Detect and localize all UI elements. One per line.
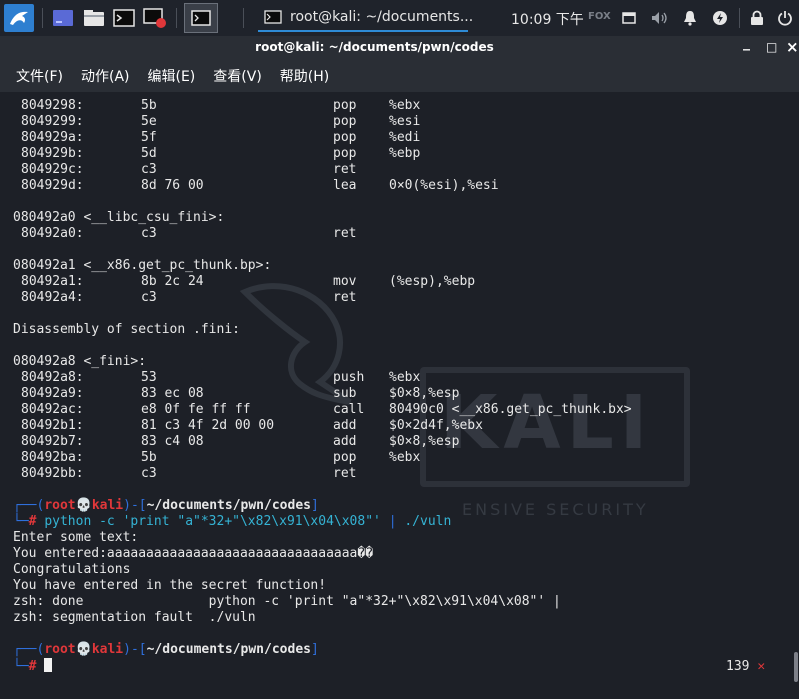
menu-file[interactable]: 文件(F): [16, 66, 63, 86]
menu-view[interactable]: 查看(V): [213, 66, 262, 86]
power-icon[interactable]: [775, 5, 795, 31]
taskbar-window-button[interactable]: root@kali: ~/documents...: [258, 4, 473, 32]
panel-divider: [243, 8, 244, 28]
screenshot-app-icon[interactable]: [142, 5, 168, 31]
asm-line: 804929c: c3 ret: [21, 162, 357, 177]
scrollbar[interactable]: [793, 92, 799, 699]
menu-edit[interactable]: 编辑(E): [148, 66, 196, 86]
menu-bar: 文件(F) 动作(A) 编辑(E) 查看(V) 帮助(H): [0, 60, 799, 92]
scrollbar-thumb[interactable]: [794, 652, 798, 682]
asm-line: 804929d: 8d 76 00 lea 0×0(%esi),%esi: [21, 178, 499, 193]
terminal-output[interactable]: KALI ENSIVE SECURITY 8049298: 5b pop %ebx 8…: [0, 92, 793, 699]
output-line: zsh: done python -c 'print "a"*32+"\x82\…: [13, 594, 561, 609]
output-line: zsh: segmentation fault ./vuln: [13, 610, 256, 625]
power-manager-icon[interactable]: [710, 5, 730, 31]
terminal-small-icon: [264, 10, 282, 24]
output-line: You have entered in the secret function!: [13, 578, 327, 593]
window-icon[interactable]: [620, 5, 638, 31]
menu-action[interactable]: 动作(A): [81, 66, 130, 86]
asm-line: 80492a8: 53 push %ebx: [21, 370, 421, 385]
window-title: root@kali: ~/documents/pwn/codes: [255, 40, 494, 54]
asm-line: 80492ba: 5b pop %ebx: [21, 450, 421, 465]
asm-line: 80492b1: 81 c3 4f 2d 00 00 add $0×2d4f,%ebx: [21, 418, 483, 433]
asm-line: 80492b7: 83 c4 08 add $0×8,%esp: [21, 434, 460, 449]
exit-status: 139 ✕: [726, 659, 765, 674]
active-terminal-icon[interactable]: [184, 3, 218, 33]
asm-line: 80492a0: c3 ret: [21, 226, 357, 241]
output-line: You entered:aaaaaaaaaaaaaaaaaaaaaaaaaaaa…: [13, 546, 374, 561]
asm-line: 80492a4: c3 ret: [21, 290, 357, 305]
error-x-icon: ✕: [757, 659, 766, 674]
asm-line: 80492bb: c3 ret: [21, 466, 357, 481]
menu-help[interactable]: 帮助(H): [280, 66, 329, 86]
symbol-label: 080492a1 <__x86.get_pc_thunk.bp>:: [13, 258, 272, 273]
output-line: Enter some text:: [13, 530, 139, 545]
command-line: └─# python -c 'print "a"*32+"\x82\x91\x0…: [13, 514, 452, 529]
shell-prompt-line: ┌──(root💀kali)-[~/documents/pwn/codes]: [13, 642, 319, 657]
taskbar-window-label: root@kali: ~/documents...: [290, 9, 474, 25]
top-panel: root@kali: ~/documents... 10:09 下午 FOX: [0, 0, 799, 36]
terminal-icon[interactable]: [111, 5, 137, 31]
workspace-icon[interactable]: [50, 5, 76, 31]
panel-divider: [42, 8, 43, 28]
skull-icon: 💀: [75, 498, 92, 513]
close-button[interactable]: ×: [786, 38, 799, 56]
minimize-button[interactable]: _: [743, 35, 750, 51]
asm-line: 80492ac: e8 0f fe ff ff call 80490c0 <__x86…: [21, 402, 632, 417]
fox-label: FOX: [588, 11, 611, 22]
asm-line: 804929b: 5d pop %ebp: [21, 146, 421, 161]
window-titlebar[interactable]: root@kali: ~/documents/pwn/codes _ □ ×: [0, 35, 799, 60]
symbol-label: 080492a0 <__libc_csu_fini>:: [13, 210, 225, 225]
clock[interactable]: 10:09 下午: [511, 9, 584, 29]
asm-line: 8049298: 5b pop %ebx: [21, 98, 421, 113]
skull-icon: 💀: [75, 642, 92, 657]
file-manager-icon[interactable]: [81, 5, 107, 31]
section-heading: Disassembly of section .fini:: [13, 322, 240, 337]
current-input-line[interactable]: └─#: [13, 658, 561, 674]
asm-line: 80492a9: 83 ec 08 sub $0×8,%esp: [21, 386, 460, 401]
volume-icon[interactable]: [650, 5, 670, 31]
notification-bell-icon[interactable]: [681, 5, 699, 31]
lock-icon[interactable]: [748, 5, 766, 31]
asm-line: 804929a: 5f pop %edi: [21, 130, 421, 145]
panel-divider: [176, 8, 177, 28]
command-text: python -c 'print "a"*32+"\x82\x91\x04\x0…: [44, 514, 381, 529]
maximize-button[interactable]: □: [766, 40, 777, 54]
shell-prompt-line: ┌──(root💀kali)-[~/documents/pwn/codes]: [13, 498, 319, 513]
symbol-label: 080492a8 <_fini>:: [13, 354, 147, 369]
text-cursor: [44, 658, 53, 672]
asm-line: 8049299: 5e pop %esi: [21, 114, 421, 129]
exit-code: 139: [726, 659, 750, 674]
output-line: Congratulations: [13, 562, 131, 577]
panel-divider: [739, 8, 740, 28]
kali-menu-icon[interactable]: [4, 4, 34, 32]
asm-line: 80492a1: 8b 2c 24 mov (%esp),%ebp: [21, 274, 476, 289]
